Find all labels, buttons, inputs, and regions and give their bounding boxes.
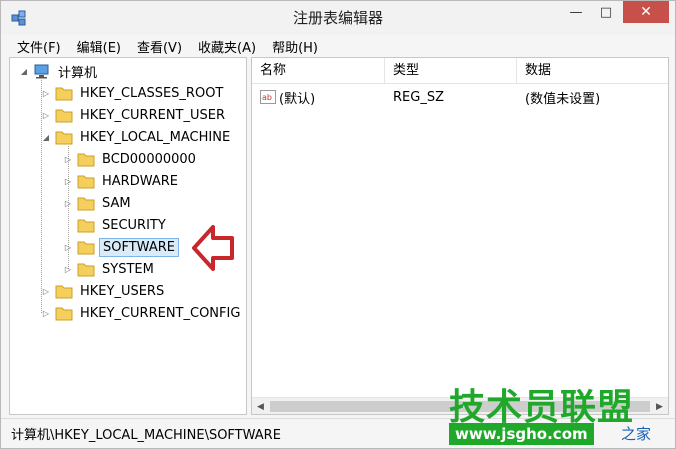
menu-file[interactable]: 文件(F) bbox=[9, 37, 69, 56]
menu-view[interactable]: 查看(V) bbox=[129, 37, 190, 56]
title-bar: 注册表编辑器 — □ ✕ bbox=[1, 1, 675, 35]
folder-icon bbox=[77, 263, 95, 276]
watermark-site: 之家 bbox=[621, 425, 652, 443]
maximize-button[interactable]: □ bbox=[593, 1, 619, 23]
tree-node-hkey-users[interactable]: ▷ HKEY_USERS bbox=[40, 280, 167, 302]
expand-arrow-icon[interactable]: ▷ bbox=[62, 241, 74, 253]
folder-icon bbox=[55, 307, 73, 320]
expand-arrow-icon[interactable]: ▷ bbox=[40, 307, 52, 319]
tree-label: SOFTWARE bbox=[99, 237, 179, 257]
collapse-arrow-icon[interactable]: ◢ bbox=[18, 65, 30, 77]
registry-editor-window: 注册表编辑器 — □ ✕ 文件(F) 编辑(E) 查看(V) 收藏夹(A) 帮助… bbox=[0, 0, 676, 449]
folder-icon bbox=[55, 87, 73, 100]
tree-node-hkey-local-machine[interactable]: ◢ HKEY_LOCAL_MACHINE bbox=[40, 126, 233, 148]
column-header-data[interactable]: 数据 bbox=[517, 58, 668, 84]
computer-icon bbox=[34, 64, 49, 78]
menu-help[interactable]: 帮助(H) bbox=[264, 37, 326, 56]
folder-icon bbox=[77, 241, 95, 254]
expand-arrow-icon[interactable]: ▷ bbox=[40, 285, 52, 297]
tree-node-software[interactable]: ▷ SOFTWARE bbox=[62, 236, 179, 258]
expand-arrow-icon[interactable]: ▷ bbox=[40, 87, 52, 99]
collapse-arrow-icon[interactable]: ◢ bbox=[40, 131, 52, 143]
tree-label: SECURITY bbox=[102, 217, 166, 233]
column-header-type[interactable]: 类型 bbox=[385, 58, 517, 84]
svg-text:ab: ab bbox=[262, 93, 272, 102]
menu-favorites[interactable]: 收藏夹(A) bbox=[190, 37, 264, 56]
folder-icon bbox=[55, 109, 73, 122]
tree-node-sam[interactable]: ▷ SAM bbox=[62, 192, 134, 214]
cell-type: REG_SZ bbox=[393, 89, 444, 105]
folder-open-icon bbox=[55, 131, 73, 144]
tree-label: BCD00000000 bbox=[102, 151, 196, 167]
status-path: 计算机\HKEY_LOCAL_MACHINE\SOFTWARE bbox=[11, 428, 281, 443]
menu-edit[interactable]: 编辑(E) bbox=[69, 37, 129, 56]
no-expander-spacer bbox=[62, 219, 74, 231]
string-value-icon: ab bbox=[260, 90, 276, 104]
tree-label: SAM bbox=[102, 195, 131, 211]
value-name: (默认) bbox=[279, 91, 316, 107]
tree-label: HKEY_CURRENT_USER bbox=[80, 107, 226, 123]
tree-node-bcd[interactable]: ▷ BCD00000000 bbox=[62, 148, 199, 170]
tree-node-hkey-classes-root[interactable]: ▷ HKEY_CLASSES_ROOT bbox=[40, 82, 226, 104]
scroll-right-icon[interactable]: ▶ bbox=[651, 398, 668, 414]
tree-node-hkey-current-config[interactable]: ▷ HKEY_CURRENT_CONFIG bbox=[40, 302, 243, 324]
expand-arrow-icon[interactable]: ▷ bbox=[62, 153, 74, 165]
scroll-left-icon[interactable]: ◀ bbox=[252, 398, 269, 414]
tree-label: HARDWARE bbox=[102, 173, 178, 189]
folder-icon bbox=[77, 197, 95, 210]
menu-bar: 文件(F) 编辑(E) 查看(V) 收藏夹(A) 帮助(H) bbox=[1, 35, 675, 57]
tree-node-hkey-current-user[interactable]: ▷ HKEY_CURRENT_USER bbox=[40, 104, 228, 126]
registry-values-pane[interactable]: 名称 类型 数据 ab (默认) REG_SZ (数值未设置) ◀ ▶ bbox=[251, 57, 669, 415]
folder-icon bbox=[55, 285, 73, 298]
tree-label: HKEY_LOCAL_MACHINE bbox=[80, 129, 231, 145]
red-arrow-annotation-icon bbox=[192, 225, 234, 271]
cell-name: ab (默认) bbox=[252, 88, 385, 107]
tree-node-security[interactable]: SECURITY bbox=[62, 214, 169, 236]
watermark-url: www.jsgho.com bbox=[449, 423, 594, 445]
folder-icon bbox=[77, 219, 95, 232]
tree-node-computer[interactable]: ◢ 计算机 bbox=[18, 60, 100, 82]
expand-arrow-icon[interactable]: ▷ bbox=[62, 197, 74, 209]
tree-label: 计算机 bbox=[58, 65, 98, 81]
minimize-button[interactable]: — bbox=[563, 1, 589, 23]
expand-arrow-icon[interactable]: ▷ bbox=[62, 263, 74, 275]
tree-node-hardware[interactable]: ▷ HARDWARE bbox=[62, 170, 181, 192]
folder-icon bbox=[77, 175, 95, 188]
expand-arrow-icon[interactable]: ▷ bbox=[40, 109, 52, 121]
close-button[interactable]: ✕ bbox=[623, 1, 669, 23]
expand-arrow-icon[interactable]: ▷ bbox=[62, 175, 74, 187]
tree-label: SYSTEM bbox=[102, 261, 154, 277]
tree-label: HKEY_USERS bbox=[80, 283, 165, 299]
tree-label: HKEY_CURRENT_CONFIG bbox=[80, 305, 241, 321]
folder-icon bbox=[77, 153, 95, 166]
cell-data: (数值未设置) bbox=[525, 91, 601, 107]
list-header: 名称 类型 数据 bbox=[252, 58, 668, 84]
tree-node-system[interactable]: ▷ SYSTEM bbox=[62, 258, 157, 280]
table-row[interactable]: ab (默认) REG_SZ (数值未设置) bbox=[252, 86, 668, 108]
tree-label: HKEY_CLASSES_ROOT bbox=[80, 85, 224, 101]
column-header-name[interactable]: 名称 bbox=[252, 58, 385, 84]
